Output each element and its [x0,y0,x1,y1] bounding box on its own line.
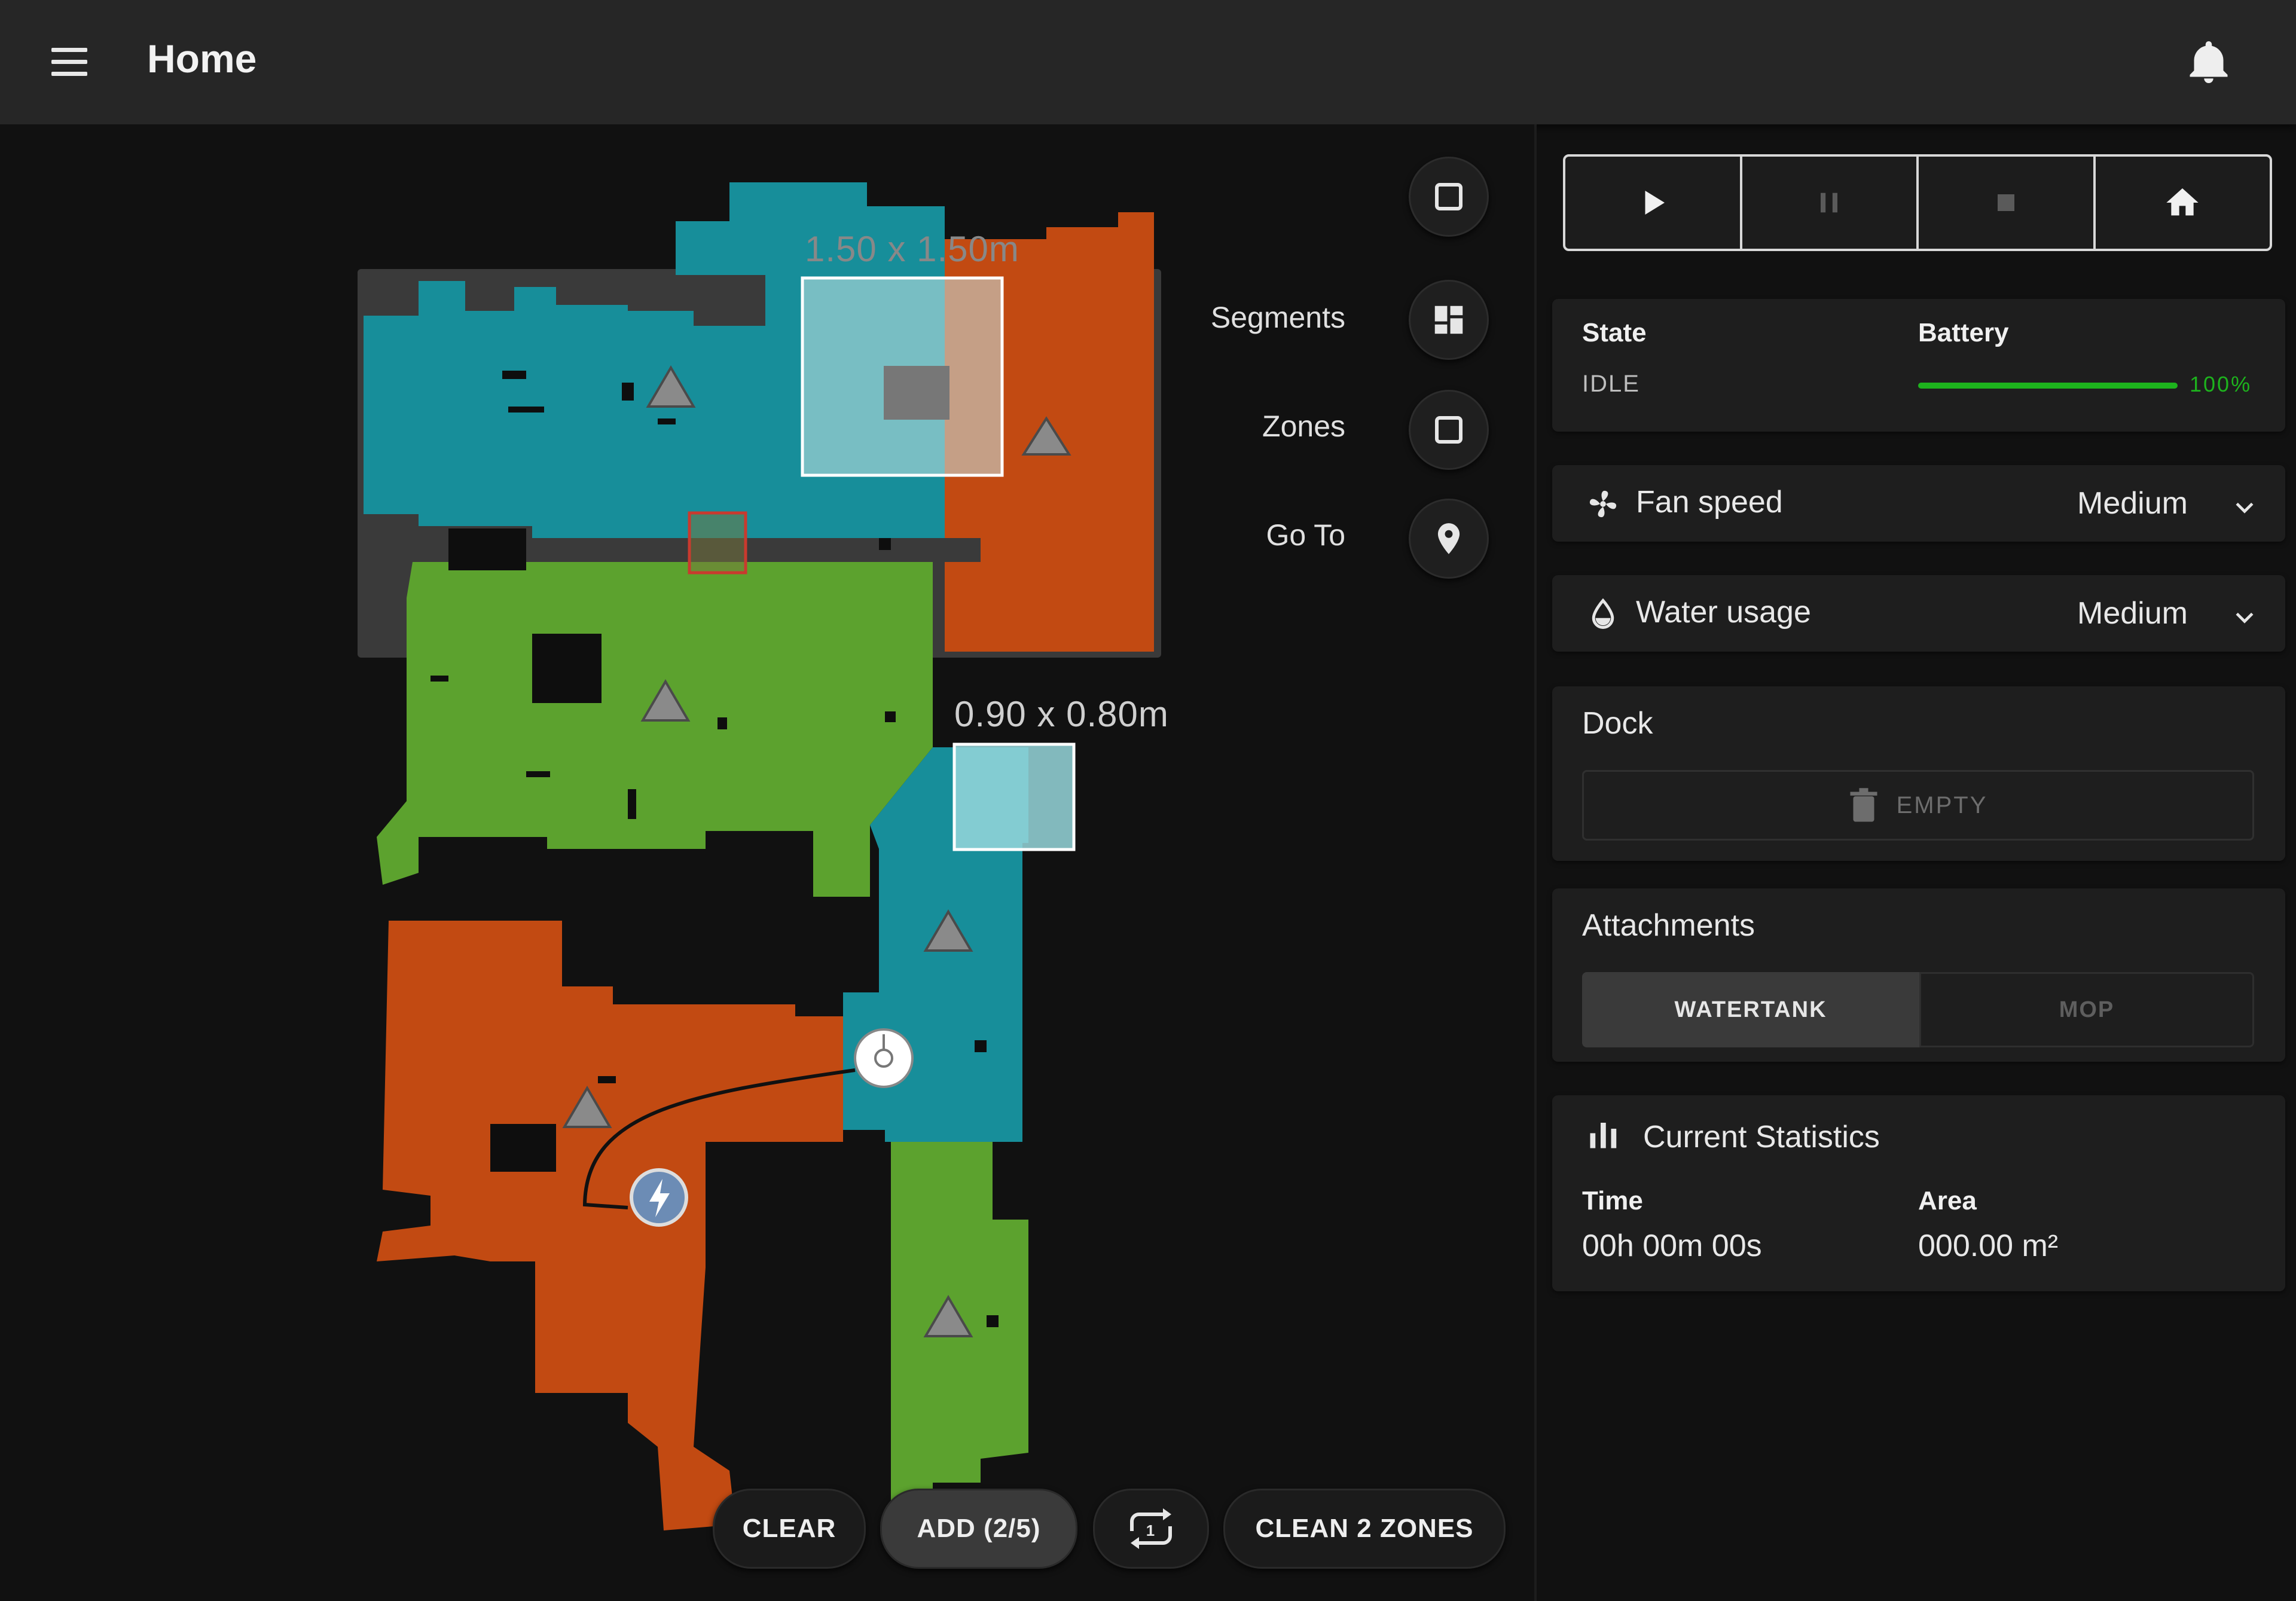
battery-bar-fill [1918,383,2178,389]
segments-button[interactable] [1409,280,1489,360]
stop-icon [1989,186,2023,219]
home-icon [2163,184,2202,222]
square-icon [1431,179,1467,215]
menu-icon[interactable] [48,44,91,80]
room-segment[interactable] [377,562,933,897]
robot-control-bar [1563,154,2272,251]
battery-value: 100% [2190,372,2252,397]
attachment-option-mop[interactable]: MOP [1919,972,2254,1047]
empty-dock-button[interactable]: EMPTY [1582,770,2254,841]
page-title: Home [147,36,257,81]
fullscreen-button[interactable] [1409,157,1489,237]
battery-bar [1918,383,2178,389]
clean-zones-button[interactable]: CLEAN 2 ZONES [1223,1489,1506,1569]
bell-icon[interactable] [2184,37,2234,87]
dashboard-icon [1430,301,1467,338]
play-icon [1635,185,1671,221]
state-value: IDLE [1582,371,1640,398]
trash-icon [1849,787,1879,823]
attachments-card: Attachments WATERTANK MOP [1552,888,2285,1062]
bar-chart-icon [1586,1117,1622,1153]
fan-speed-value: Medium [2077,485,2188,521]
stat-time-value: 00h 00m 00s [1582,1228,1762,1264]
pause-button[interactable] [1742,157,1919,249]
iterations-button[interactable]: 1 [1093,1489,1209,1569]
zone-size-label-2: 0.90 x 0.80m [954,693,1169,735]
stat-area-label: Area [1918,1186,1977,1216]
dock-card: Dock EMPTY [1552,686,2285,861]
zones-label: Zones [1166,409,1345,444]
fan-icon [1586,487,1620,521]
charger-dock-icon [631,1170,686,1225]
stat-area-value: 000.00 m² [1918,1228,2058,1264]
robot-icon[interactable] [855,1029,912,1087]
stat-time-label: Time [1582,1186,1643,1216]
water-usage-dropdown[interactable]: Water usage Medium [1552,575,2285,652]
pause-icon [1812,186,1846,219]
zones-button[interactable] [1409,390,1489,470]
home-button[interactable] [2096,157,2270,249]
water-usage-card: Water usage Medium [1552,575,2285,652]
fan-speed-label: Fan speed [1636,484,1783,520]
repeat-icon: 1 [1122,1505,1180,1553]
zone-rectangle-2[interactable] [954,744,1074,850]
chevron-down-icon [2231,604,2258,630]
statistics-card: Current Statistics Time 00h 00m 00s Area… [1552,1095,2285,1291]
svg-text:1: 1 [1146,1521,1156,1539]
top-app-bar: Home [0,0,2296,124]
water-usage-label: Water usage [1636,594,1811,630]
attachment-option-watertank[interactable]: WATERTANK [1582,972,1919,1047]
clear-button[interactable]: CLEAR [713,1489,866,1569]
water-drop-icon [1587,597,1619,631]
attachments-title: Attachments [1582,908,1755,943]
panel-divider [1534,124,1537,1601]
empty-dock-label: EMPTY [1897,792,1988,819]
fan-speed-card: Fan speed Medium [1552,465,2285,542]
fan-speed-dropdown[interactable]: Fan speed Medium [1552,465,2285,542]
battery-label: Battery [1918,318,2009,348]
status-card: State IDLE Battery 100% [1552,299,2285,432]
add-zone-button[interactable]: ADD (2/5) [880,1489,1077,1569]
goto-label: Go To [1166,518,1345,552]
dock-title: Dock [1582,705,1653,741]
location-pin-icon [1430,520,1467,557]
start-button[interactable] [1565,157,1742,249]
water-usage-value: Medium [2077,595,2188,631]
square-outline-icon [1431,412,1467,448]
segments-label: Segments [1166,300,1345,335]
state-label: State [1582,318,1647,348]
stop-button[interactable] [1919,157,2096,249]
zone-size-label-1: 1.50 x 1.50m [805,228,1019,270]
goto-button[interactable] [1409,499,1489,579]
red-marker [689,513,746,573]
statistics-title: Current Statistics [1643,1119,1880,1155]
room-segment[interactable] [377,921,843,1530]
floor-map[interactable] [0,124,1534,1601]
chevron-down-icon [2231,494,2258,520]
